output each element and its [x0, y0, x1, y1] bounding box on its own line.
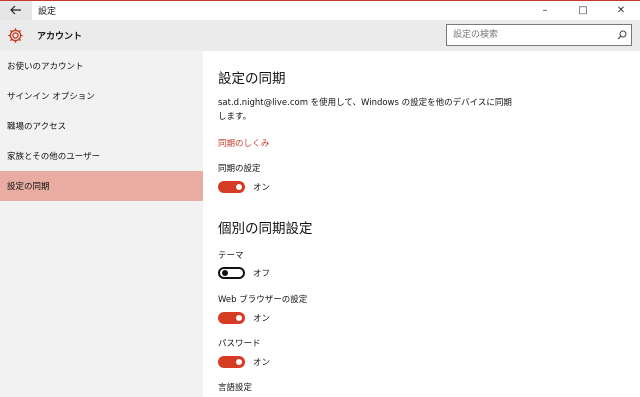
- gear-icon: [7, 27, 24, 44]
- sync-settings-toggle[interactable]: [218, 181, 245, 193]
- toggle-knob: [236, 315, 242, 321]
- search-input[interactable]: [447, 25, 613, 45]
- toggle-knob: [236, 359, 242, 365]
- browser-settings-toggle-row: オン: [218, 312, 270, 324]
- passwords-toggle[interactable]: [218, 356, 245, 368]
- main-content: 設定の同期 sat.d.night@live.com を使用して、Windows…: [203, 51, 640, 397]
- toggle-knob: [222, 270, 228, 276]
- individual-sync-heading: 個別の同期設定: [218, 221, 313, 237]
- sidebar-item-work-access[interactable]: 職場のアクセス: [0, 111, 203, 141]
- window-controls: – □ ✕: [526, 1, 640, 20]
- maximize-button[interactable]: □: [564, 1, 602, 20]
- arrow-left-icon: [10, 4, 22, 18]
- theme-toggle[interactable]: [218, 267, 245, 279]
- page-title: アカウント: [37, 32, 83, 42]
- sidebar: お使いのアカウント サインイン オプション 職場のアクセス 家族とその他のユーザ…: [0, 51, 203, 397]
- close-button[interactable]: ✕: [602, 1, 640, 20]
- sidebar-item-sync-settings[interactable]: 設定の同期: [0, 171, 203, 201]
- passwords-label: パスワード: [218, 339, 261, 349]
- theme-label: テーマ: [218, 251, 244, 261]
- toggle-state: オフ: [253, 269, 271, 279]
- title-bar: 設定 – □ ✕: [0, 0, 640, 20]
- sidebar-item-sign-in-options[interactable]: サインイン オプション: [0, 81, 203, 111]
- page-header: アカウント: [0, 20, 640, 51]
- language-settings-label: 言語設定: [218, 383, 253, 393]
- sync-settings-label: 同期の設定: [218, 164, 261, 174]
- passwords-toggle-row: オン: [218, 356, 270, 368]
- search-box[interactable]: [446, 24, 632, 46]
- search-icon[interactable]: [613, 26, 631, 44]
- section-title: 設定の同期: [218, 71, 286, 87]
- toggle-state: オン: [253, 314, 271, 324]
- app-title: 設定: [38, 7, 57, 17]
- sync-settings-toggle-row: オン: [218, 181, 270, 193]
- sidebar-item-family-other-users[interactable]: 家族とその他のユーザー: [0, 141, 203, 171]
- browser-settings-label: Web ブラウザーの設定: [218, 295, 308, 305]
- theme-toggle-row: オフ: [218, 267, 270, 279]
- how-sync-works-link[interactable]: 同期のしくみ: [218, 137, 269, 149]
- toggle-state: オン: [253, 183, 271, 193]
- browser-settings-toggle[interactable]: [218, 312, 245, 324]
- toggle-state: オン: [253, 358, 271, 368]
- toggle-knob: [236, 184, 242, 190]
- sidebar-item-your-account[interactable]: お使いのアカウント: [0, 51, 203, 81]
- minimize-button[interactable]: –: [526, 1, 564, 20]
- sync-description: sat.d.night@live.com を使用して、Windows の設定を他…: [218, 98, 512, 122]
- back-button[interactable]: [0, 1, 32, 20]
